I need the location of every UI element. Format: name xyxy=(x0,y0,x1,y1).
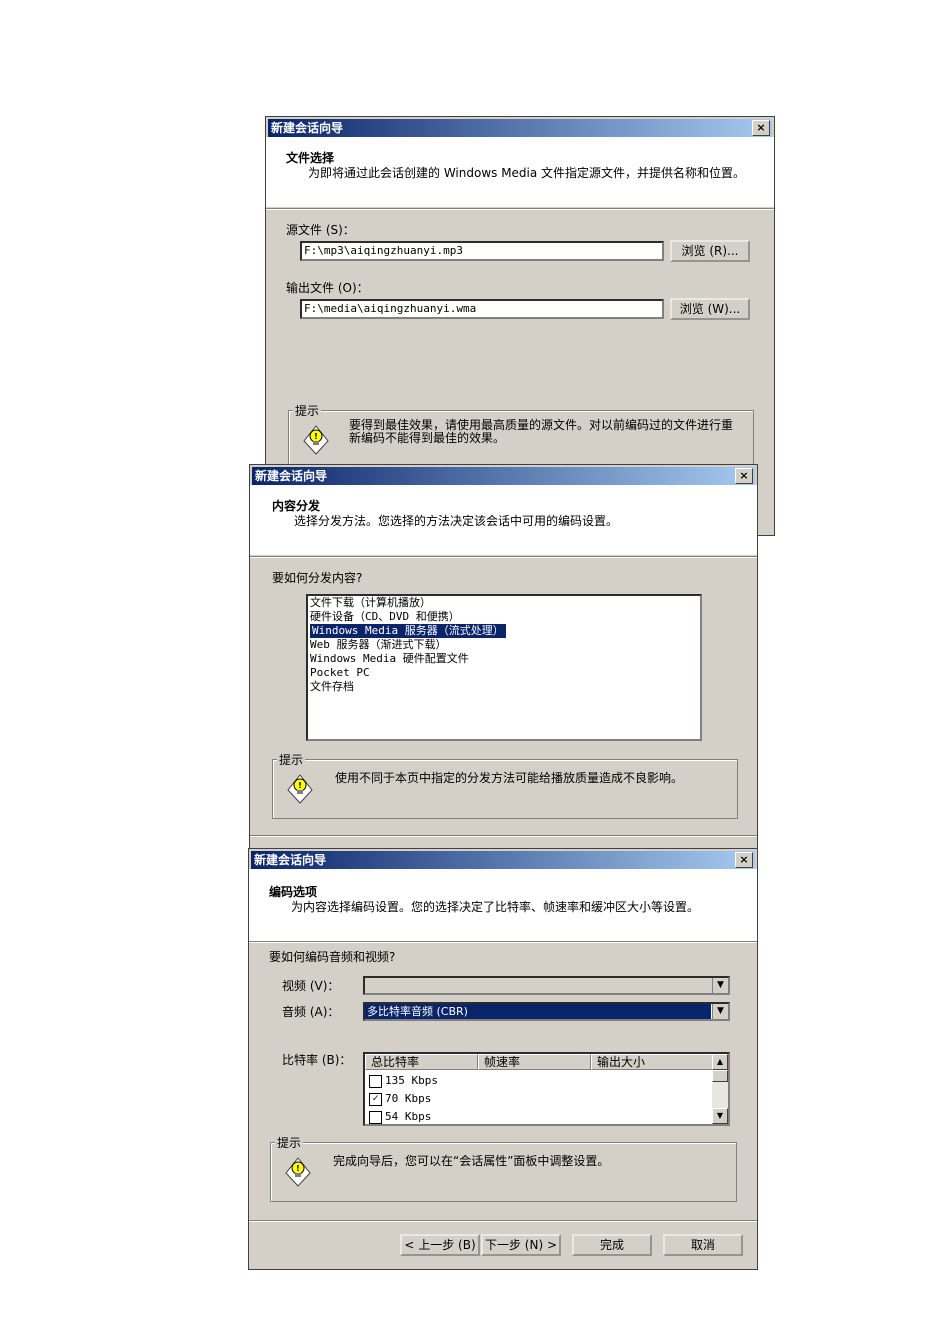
browse-source-button[interactable]: 浏览 (R)... xyxy=(670,240,750,262)
hint-group: 提示 ! 要得到最佳效果，请使用最高质量的源文件。对以前编码过的文件进行重新编码… xyxy=(288,402,754,470)
hint-text: 完成向导后，您可以在“会话属性”面板中调整设置。 xyxy=(333,1154,610,1168)
encoding-question: 要如何编码音频和视频? xyxy=(269,950,396,964)
hint-text: 要得到最佳效果，请使用最高质量的源文件。对以前编码过的文件进行重新编码不能得到最… xyxy=(349,418,734,445)
source-file-input[interactable]: F:\mp3\aiqingzhuanyi.mp3 xyxy=(300,241,664,261)
close-icon[interactable]: × xyxy=(752,120,770,136)
window-title: 新建会话向导 xyxy=(271,121,344,135)
column-frame-rate[interactable]: 帧速率 xyxy=(478,1054,591,1070)
hint-legend: 提示 xyxy=(277,751,306,768)
scrollbar[interactable]: ▲ ▼ xyxy=(712,1054,728,1124)
lightbulb-icon: ! xyxy=(287,774,313,804)
close-icon[interactable]: × xyxy=(735,852,753,868)
hint-group: 提示 ! 使用不同于本页中指定的分发方法可能给播放质量造成不良影响。 xyxy=(272,751,738,819)
browse-output-button[interactable]: 浏览 (W)... xyxy=(670,298,750,320)
list-item[interactable]: Windows Media 硬件配置文件 xyxy=(308,652,700,666)
bitrate-label: 比特率 (B)： xyxy=(282,1053,352,1067)
list-item-label: Windows Media 服务器（流式处理） xyxy=(310,624,506,638)
next-button[interactable]: 下一步 (N) > xyxy=(481,1234,561,1256)
list-item-label: Windows Media 硬件配置文件 xyxy=(310,652,469,665)
page-subtitle: 为内容选择编码设置。您的选择决定了比特率、帧速率和缓冲区大小等设置。 xyxy=(291,900,700,914)
output-file-label: 输出文件 (O)： xyxy=(286,281,369,295)
wizard-dialog-content-distribution: 新建会话向导 × 内容分发 选择分发方法。您选择的方法决定该会话中可用的编码设置… xyxy=(249,464,758,858)
chevron-down-icon[interactable]: ▼ xyxy=(712,978,728,993)
list-item-label: Pocket PC xyxy=(310,666,370,679)
close-icon[interactable]: × xyxy=(735,468,753,484)
bitrate-value: 135 Kbps xyxy=(385,1074,438,1087)
page-title: 编码选项 xyxy=(269,885,318,899)
audio-combo[interactable]: 多比特率音频 (CBR) ▼ xyxy=(363,1002,730,1021)
title-bar[interactable]: 新建会话向导 × xyxy=(268,119,772,137)
table-row[interactable]: 135 Kbps xyxy=(369,1072,438,1090)
scroll-up-icon[interactable]: ▲ xyxy=(712,1054,728,1070)
distribution-listbox[interactable]: 文件下载（计算机播放） 硬件设备（CD、DVD 和便携） Windows Media… xyxy=(306,594,702,741)
wizard-header: 内容分发 选择分发方法。您选择的方法决定该会话中可用的编码设置。 xyxy=(250,485,757,555)
svg-text:!: ! xyxy=(314,432,318,441)
column-total-bitrate[interactable]: 总比特率 xyxy=(365,1054,478,1070)
list-item[interactable]: Web 服务器（渐进式下载） xyxy=(308,638,700,652)
title-bar[interactable]: 新建会话向导 × xyxy=(251,851,755,869)
output-file-input[interactable]: F:\media\aiqingzhuanyi.wma xyxy=(300,299,664,319)
bitrate-grid-header: 总比特率 帧速率 输出大小 xyxy=(365,1054,714,1070)
finish-button[interactable]: 完成 xyxy=(572,1234,652,1256)
list-item[interactable]: Windows Media 服务器（流式处理） xyxy=(308,624,700,638)
video-combo[interactable]: ▼ xyxy=(363,976,730,995)
lightbulb-icon: ! xyxy=(285,1157,311,1187)
page-subtitle: 为即将通过此会话创建的 Windows Media 文件指定源文件，并提供名称和… xyxy=(308,166,746,180)
header-separator xyxy=(249,941,757,943)
bitrate-value: 70 Kbps xyxy=(385,1092,432,1105)
header-separator xyxy=(266,208,774,210)
list-item[interactable]: 文件下载（计算机播放） xyxy=(308,596,700,610)
title-bar[interactable]: 新建会话向导 × xyxy=(252,467,755,485)
table-row[interactable]: 54 Kbps xyxy=(369,1108,432,1124)
cancel-button[interactable]: 取消 xyxy=(663,1234,743,1256)
lightbulb-icon: ! xyxy=(303,425,329,455)
header-separator xyxy=(250,556,757,558)
list-item[interactable]: 文件存档 xyxy=(308,680,700,694)
list-item-label: 文件存档 xyxy=(310,680,354,693)
svg-text:!: ! xyxy=(296,1164,300,1173)
table-row[interactable]: ✓ 70 Kbps xyxy=(369,1090,431,1108)
column-output-size[interactable]: 输出大小 xyxy=(591,1054,714,1070)
video-label: 视频 (V)： xyxy=(282,979,340,993)
footer-separator xyxy=(249,1220,757,1222)
bitrate-grid[interactable]: 总比特率 帧速率 输出大小 135 Kbps ✓ 70 Kbps 54 Kbps ▲ … xyxy=(363,1052,730,1126)
checkbox-checked[interactable]: ✓ xyxy=(369,1092,382,1106)
hint-group: 提示 ! 完成向导后，您可以在“会话属性”面板中调整设置。 xyxy=(270,1134,737,1202)
source-file-label: 源文件 (S)： xyxy=(286,223,355,237)
page-title: 文件选择 xyxy=(286,151,335,165)
scroll-down-icon[interactable]: ▼ xyxy=(712,1108,728,1124)
list-item-label: Web 服务器（渐进式下载） xyxy=(310,638,447,651)
checkbox-unchecked[interactable] xyxy=(369,1074,382,1088)
window-title: 新建会话向导 xyxy=(255,469,328,483)
page-title: 内容分发 xyxy=(272,499,321,513)
list-item-label: 硬件设备（CD、DVD 和便携） xyxy=(310,610,460,623)
footer-separator xyxy=(250,835,757,837)
audio-value: 多比特率音频 (CBR) xyxy=(365,1004,711,1019)
wizard-header: 编码选项 为内容选择编码设置。您的选择决定了比特率、帧速率和缓冲区大小等设置。 xyxy=(249,869,757,941)
hint-text: 使用不同于本页中指定的分发方法可能给播放质量造成不良影响。 xyxy=(335,771,684,785)
checkbox-unchecked[interactable] xyxy=(369,1110,382,1124)
distribution-question: 要如何分发内容? xyxy=(272,571,363,585)
video-value xyxy=(365,979,367,992)
hint-legend: 提示 xyxy=(275,1134,304,1151)
svg-text:!: ! xyxy=(298,781,302,790)
window-title: 新建会话向导 xyxy=(254,853,327,867)
list-item-label: 文件下载（计算机播放） xyxy=(310,596,431,609)
wizard-dialog-encoding-options: 新建会话向导 × 编码选项 为内容选择编码设置。您的选择决定了比特率、帧速率和缓… xyxy=(248,848,758,1270)
scroll-thumb[interactable] xyxy=(712,1070,728,1082)
hint-legend: 提示 xyxy=(293,402,322,419)
wizard-header: 文件选择 为即将通过此会话创建的 Windows Media 文件指定源文件，并… xyxy=(266,137,774,207)
list-item[interactable]: 硬件设备（CD、DVD 和便携） xyxy=(308,610,700,624)
page-subtitle: 选择分发方法。您选择的方法决定该会话中可用的编码设置。 xyxy=(294,514,619,528)
audio-label: 音频 (A)： xyxy=(282,1005,340,1019)
bitrate-value: 54 Kbps xyxy=(385,1110,432,1123)
chevron-down-icon[interactable]: ▼ xyxy=(712,1004,728,1019)
back-button[interactable]: < 上一步 (B) xyxy=(400,1234,480,1256)
list-item[interactable]: Pocket PC xyxy=(308,666,700,680)
